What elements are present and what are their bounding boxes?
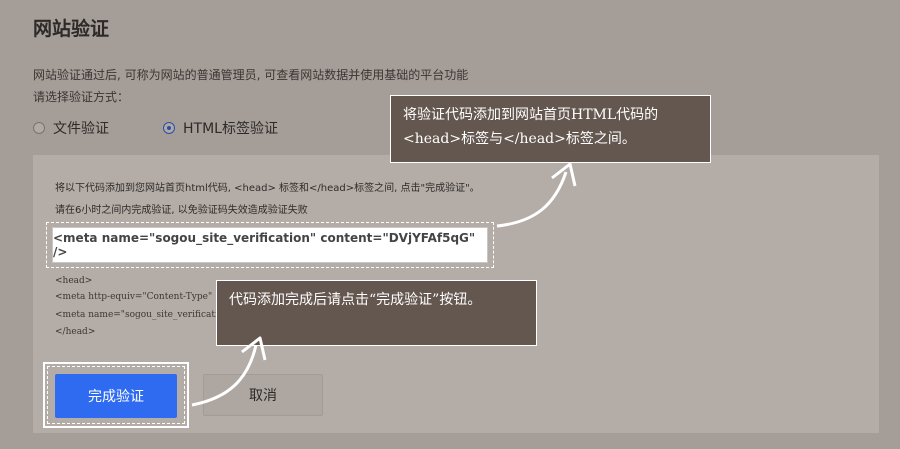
curved-arrow-icon [496,171,568,228]
curved-arrow-icon [191,344,258,407]
callout-arrows [191,162,577,407]
